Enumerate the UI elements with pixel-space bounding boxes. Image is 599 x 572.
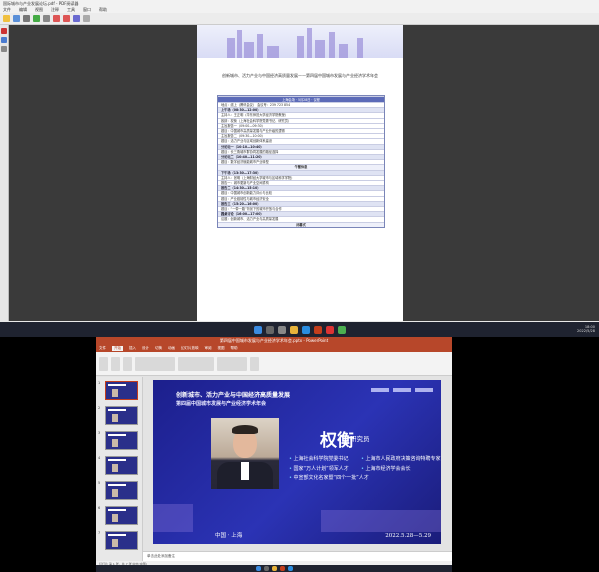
pdf-toolbar xyxy=(0,13,599,25)
sponsor-logos xyxy=(371,388,433,392)
slide-thumbnail[interactable] xyxy=(105,506,138,525)
slide-thumbnail[interactable] xyxy=(105,381,138,400)
tab-view[interactable]: 视图 xyxy=(218,346,225,351)
pdf-title-bar: 国际城市与产业发展论坛.pdf - PDF阅读器 xyxy=(0,0,599,7)
page-banner xyxy=(197,25,403,58)
open-folder-icon[interactable] xyxy=(3,15,10,22)
pdf-reader-icon[interactable] xyxy=(325,325,334,334)
file-explorer-icon[interactable] xyxy=(271,566,277,571)
select-tool-icon[interactable] xyxy=(43,15,50,22)
slide-thumbnail[interactable] xyxy=(105,406,138,425)
ribbon-toolbar xyxy=(96,352,452,376)
paste-button[interactable] xyxy=(99,356,108,371)
new-slide-button[interactable] xyxy=(111,356,120,371)
slide-thumbnail[interactable] xyxy=(105,431,138,450)
slide-location: 中国 · 上海 xyxy=(215,533,243,539)
save-icon[interactable] xyxy=(13,15,20,22)
search-icon[interactable] xyxy=(265,325,274,334)
tab-transitions[interactable]: 切换 xyxy=(155,346,162,351)
pdf-viewer-window: 国际城市与产业发展论坛.pdf - PDF阅读器 文件 编辑 视图 注释 工具 … xyxy=(0,0,599,329)
slide-canvas[interactable]: 创新城市、活力产业与中国经济高质量发展 第四届中国城市发展与产业经济学术年会 权… xyxy=(153,380,441,544)
wechat-icon[interactable] xyxy=(337,325,346,334)
zoom-out-icon[interactable] xyxy=(63,15,70,22)
pdf-side-panel xyxy=(0,25,9,321)
slide-date: 2022.5.28—5.29 xyxy=(385,533,431,539)
slide-subtitle: 第四届中国城市发展与产业经济学术年会 xyxy=(176,401,267,407)
task-view-icon[interactable] xyxy=(277,325,286,334)
edge-icon[interactable] xyxy=(301,325,310,334)
drawing-group[interactable] xyxy=(217,356,247,371)
notes-pane[interactable]: 单击此处添加备注 xyxy=(143,551,452,561)
layout-button[interactable] xyxy=(123,356,132,371)
taskbar-secondary xyxy=(96,565,452,572)
document-heading: 创新城市、活力产业与中国经济高质量发展——第四届中国城市发展与产业经济学术年会 xyxy=(222,73,378,78)
tab-home[interactable]: 开始 xyxy=(112,346,123,351)
tab-review[interactable]: 审阅 xyxy=(205,346,212,351)
start-icon[interactable] xyxy=(253,325,262,334)
slide-title: 创新城市、活力产业与中国经济高质量发展 xyxy=(176,392,291,399)
speaker-name: 权衡 xyxy=(320,431,354,451)
paragraph-group[interactable] xyxy=(178,356,214,371)
speaker-credentials-left: 上海社会科学院党委书记 国家“万人计划”领军人才 中宣部文化名家暨“四个一批”人… xyxy=(289,455,369,484)
find-button[interactable] xyxy=(250,356,259,371)
slide-thumbnail[interactable] xyxy=(105,531,138,550)
city-skyline-left xyxy=(153,504,193,532)
tab-insert[interactable]: 插入 xyxy=(129,346,136,351)
pdf-page: 创新城市、活力产业与中国经济高质量发展——第四届中国城市发展与产业经济学术年会 … xyxy=(197,25,403,323)
ribbon-tabs: 文件 开始 插入 设计 切换 动画 幻灯片放映 审阅 视图 帮助 xyxy=(96,345,452,352)
tab-file[interactable]: 文件 xyxy=(99,346,106,351)
file-explorer-icon[interactable] xyxy=(289,325,298,334)
search-icon[interactable] xyxy=(263,566,269,571)
rotate-icon[interactable] xyxy=(73,15,80,22)
taskbar: 18:00 2022/5/28 xyxy=(0,322,599,337)
powerpoint-icon[interactable] xyxy=(279,566,285,571)
speaker-photo xyxy=(211,418,279,489)
city-skyline-right xyxy=(321,510,441,532)
slide-thumbnails: 1 2 3 4 5 6 7 xyxy=(96,377,143,561)
powerpoint-window: 第四届中国城市发展与产业经济学术年会.pptx - PowerPoint 文件 … xyxy=(96,337,452,572)
tab-design[interactable]: 设计 xyxy=(142,346,149,351)
zoom-in-icon[interactable] xyxy=(53,15,60,22)
slide-thumbnail[interactable] xyxy=(105,456,138,475)
search-icon[interactable] xyxy=(83,15,90,22)
speaker-credentials-right: 上海市人民政府决策咨询特聘专家 上海市经济学会会长 xyxy=(361,455,441,474)
system-clock[interactable]: 18:00 2022/5/28 xyxy=(577,325,595,333)
hand-tool-icon[interactable] xyxy=(33,15,40,22)
schedule-table: 上海会场 · 5月28日 · 议程 地点：线上（腾讯会议） 会议号：239 723… xyxy=(217,95,385,228)
font-group[interactable] xyxy=(135,356,175,371)
schedule-row: 闭幕式 xyxy=(218,221,384,227)
edge-icon[interactable] xyxy=(287,566,293,571)
tab-animations[interactable]: 动画 xyxy=(168,346,175,351)
thumbnail-icon[interactable] xyxy=(1,37,7,43)
ppt-title-bar: 第四届中国城市发展与产业经济学术年会.pptx - PowerPoint xyxy=(96,337,452,345)
print-icon[interactable] xyxy=(23,15,30,22)
slide-thumbnail[interactable] xyxy=(105,481,138,500)
bookmark-icon[interactable] xyxy=(1,28,7,34)
powerpoint-icon[interactable] xyxy=(313,325,322,334)
attachment-icon[interactable] xyxy=(1,46,7,52)
tab-slideshow[interactable]: 幻灯片放映 xyxy=(181,346,199,351)
speaker-title: 研究员 xyxy=(350,435,370,443)
start-icon[interactable] xyxy=(255,566,261,571)
tab-help[interactable]: 帮助 xyxy=(231,346,238,351)
